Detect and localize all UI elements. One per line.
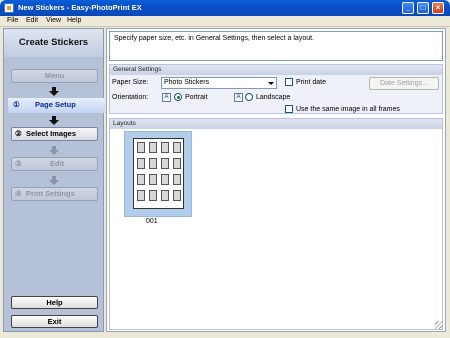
layout-frame (173, 174, 181, 185)
step-label: Print Settings (26, 189, 75, 198)
resize-grip-icon[interactable] (435, 321, 443, 329)
close-button[interactable]: × (432, 2, 444, 14)
step-label: Select Images (26, 129, 77, 138)
main-panel: Specify paper size, etc. in General Sett… (106, 28, 446, 332)
step-select-images[interactable]: ② Select Images (11, 127, 98, 141)
orientation-label: Orientation: (112, 94, 149, 101)
landscape-label: Landscape (256, 94, 291, 101)
down-arrow-icon (48, 176, 60, 186)
landscape-icon: A (234, 93, 243, 102)
menu-file[interactable]: File (7, 17, 18, 24)
step-page-setup[interactable]: ① Page Setup (8, 98, 105, 113)
layouts-title: Layouts (110, 119, 442, 129)
layout-frame (161, 190, 169, 201)
layout-frame (161, 142, 169, 153)
portrait-icon: A (162, 93, 171, 102)
instructions-text: Specify paper size, etc. in General Sett… (109, 31, 443, 61)
layout-frame (161, 158, 169, 169)
menu-button-label: Menu (44, 71, 65, 80)
step-label: Edit (50, 159, 65, 168)
sidebar: Create Stickers Menu ① Page Setup ② Sele… (3, 28, 105, 332)
step-number: ② (15, 129, 22, 138)
portrait-label: Portrait (185, 94, 208, 101)
window-title: New Stickers - Easy-PhotoPrint EX (18, 3, 142, 12)
landscape-radio[interactable] (245, 93, 253, 101)
menu-bar: File Edit View Help (0, 16, 450, 27)
menu-button[interactable]: Menu (11, 69, 98, 83)
step-number: ④ (15, 189, 22, 198)
step-edit[interactable]: ③ Edit (11, 157, 98, 171)
down-arrow-icon (48, 87, 60, 97)
layout-frame (137, 158, 145, 169)
minimize-button[interactable]: _ (402, 2, 414, 14)
down-arrow-icon (48, 146, 60, 156)
maximize-button[interactable]: □ (417, 2, 429, 14)
layout-frame (173, 190, 181, 201)
layout-caption: 001 (146, 218, 158, 225)
general-settings-title: General Settings (110, 65, 442, 75)
layouts-section: Layouts 001 (109, 118, 443, 330)
layout-page-preview (133, 138, 184, 209)
paper-size-label: Paper Size: (112, 79, 149, 86)
layout-frame (137, 142, 145, 153)
layout-frame (161, 174, 169, 185)
chevron-down-icon (266, 79, 275, 87)
paper-size-select[interactable]: Photo Stickers (161, 77, 277, 89)
layout-frame (173, 158, 181, 169)
layout-frame (149, 142, 157, 153)
layout-frame (137, 174, 145, 185)
layout-frame (173, 142, 181, 153)
print-date-label: Print date (296, 79, 326, 86)
portrait-radio[interactable] (174, 93, 182, 101)
menu-help[interactable]: Help (67, 17, 81, 24)
step-label: Page Setup (35, 100, 76, 109)
step-number: ③ (15, 159, 22, 168)
layout-frame (137, 190, 145, 201)
sidebar-header: Create Stickers (4, 29, 103, 57)
layout-frame (149, 158, 157, 169)
layout-item-selected[interactable] (124, 131, 192, 217)
date-settings-button[interactable]: Date Settings... (369, 77, 439, 90)
menu-edit[interactable]: Edit (26, 17, 38, 24)
help-button[interactable]: Help (11, 296, 98, 309)
app-icon (4, 3, 14, 13)
same-image-label: Use the same image in all frames (296, 106, 400, 113)
step-print-settings[interactable]: ④ Print Settings (11, 187, 98, 201)
exit-button[interactable]: Exit (11, 315, 98, 328)
layout-frame (149, 174, 157, 185)
same-image-checkbox[interactable] (285, 105, 293, 113)
down-arrow-icon (48, 116, 60, 126)
general-settings-section: General Settings Paper Size: Photo Stick… (109, 64, 443, 114)
paper-size-value: Photo Stickers (164, 79, 210, 86)
layout-frame (149, 190, 157, 201)
menu-view[interactable]: View (46, 17, 61, 24)
print-date-checkbox[interactable] (285, 78, 293, 86)
step-number: ① (13, 100, 20, 109)
title-bar: New Stickers - Easy-PhotoPrint EX _ □ × (0, 0, 450, 16)
